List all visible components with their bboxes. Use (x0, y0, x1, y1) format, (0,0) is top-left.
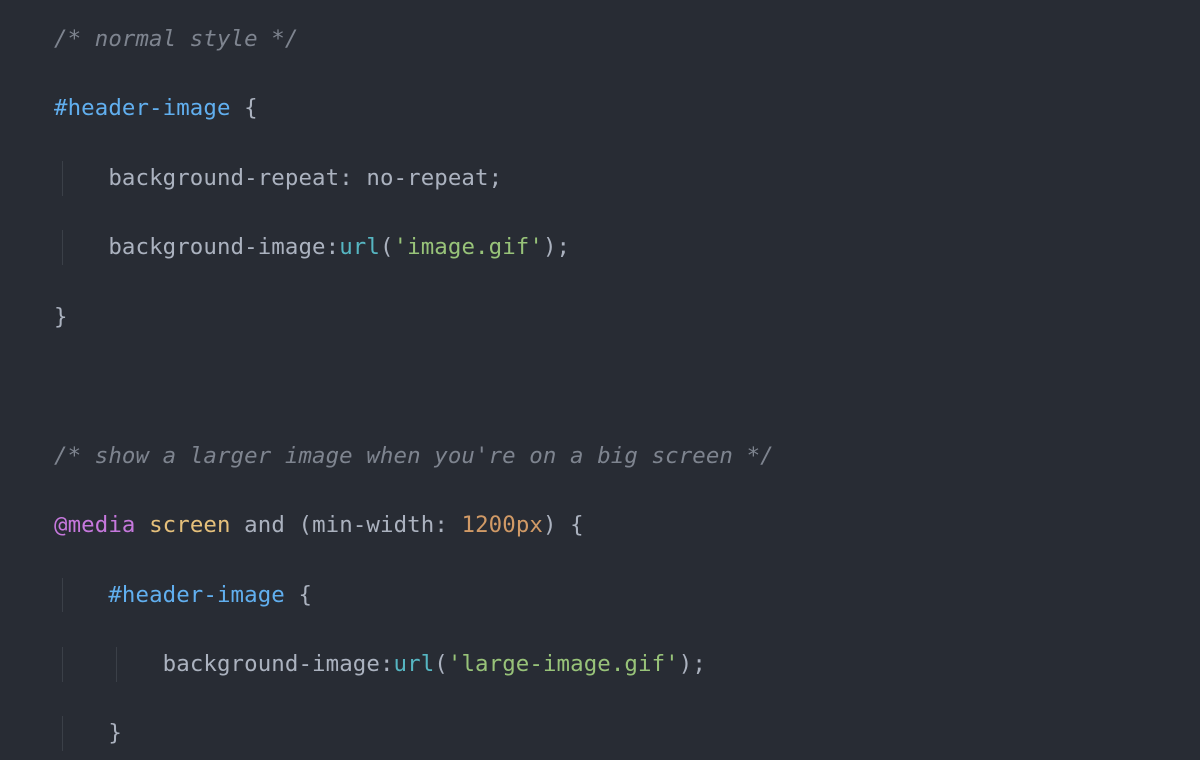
token-punct: : (380, 651, 394, 677)
token-def (231, 95, 245, 121)
token-punct: ; (489, 165, 503, 191)
token-def (231, 512, 245, 538)
token-punct: } (108, 720, 122, 746)
token-comment: /* normal style */ (54, 26, 298, 52)
token-punct: : (326, 234, 340, 260)
code-line[interactable]: /* normal style */ (54, 22, 1200, 57)
token-str: 'large-image.gif' (448, 651, 679, 677)
token-punct: ); (679, 651, 706, 677)
code-line[interactable]: background-image:url('image.gif'); (54, 230, 1200, 265)
code-line[interactable]: #header-image { (54, 578, 1200, 613)
token-punct: ); (543, 234, 570, 260)
token-sel: #header-image (108, 582, 285, 608)
code-line[interactable]: background-image:url('large-image.gif'); (54, 647, 1200, 682)
token-num: 1200px (462, 512, 543, 538)
token-str: 'image.gif' (394, 234, 543, 260)
token-func: url (394, 651, 435, 677)
token-prop: background-image (108, 234, 325, 260)
token-prop: background-repeat (108, 165, 339, 191)
token-punct: ( (380, 234, 394, 260)
token-def (285, 582, 299, 608)
token-kw: and (244, 512, 285, 538)
token-prop: background-image (163, 651, 380, 677)
token-punct: : (434, 512, 461, 538)
code-line[interactable]: /* show a larger image when you're on a … (54, 439, 1200, 474)
token-def (285, 512, 299, 538)
token-punct: : (339, 165, 366, 191)
code-line[interactable]: } (54, 716, 1200, 751)
code-line[interactable] (54, 369, 1200, 404)
token-punct: ) { (543, 512, 584, 538)
token-def: no-repeat (366, 165, 488, 191)
token-sel: #header-image (54, 95, 231, 121)
token-func: url (339, 234, 380, 260)
token-ident: screen (149, 512, 230, 538)
token-def (135, 512, 149, 538)
code-line[interactable]: } (54, 300, 1200, 335)
token-punct: { (244, 95, 258, 121)
token-comment: /* show a larger image when you're on a … (54, 443, 774, 469)
code-line[interactable]: #header-image { (54, 91, 1200, 126)
token-def: min-width (312, 512, 434, 538)
code-line[interactable]: @media screen and (min-width: 1200px) { (54, 508, 1200, 543)
token-at: @media (54, 512, 135, 538)
token-punct: ( (299, 512, 313, 538)
code-line[interactable]: background-repeat: no-repeat; (54, 161, 1200, 196)
code-editor[interactable]: /* normal style */ #header-image { backg… (0, 0, 1200, 760)
token-punct: { (298, 582, 312, 608)
token-punct: ( (434, 651, 448, 677)
token-punct: } (54, 304, 68, 330)
